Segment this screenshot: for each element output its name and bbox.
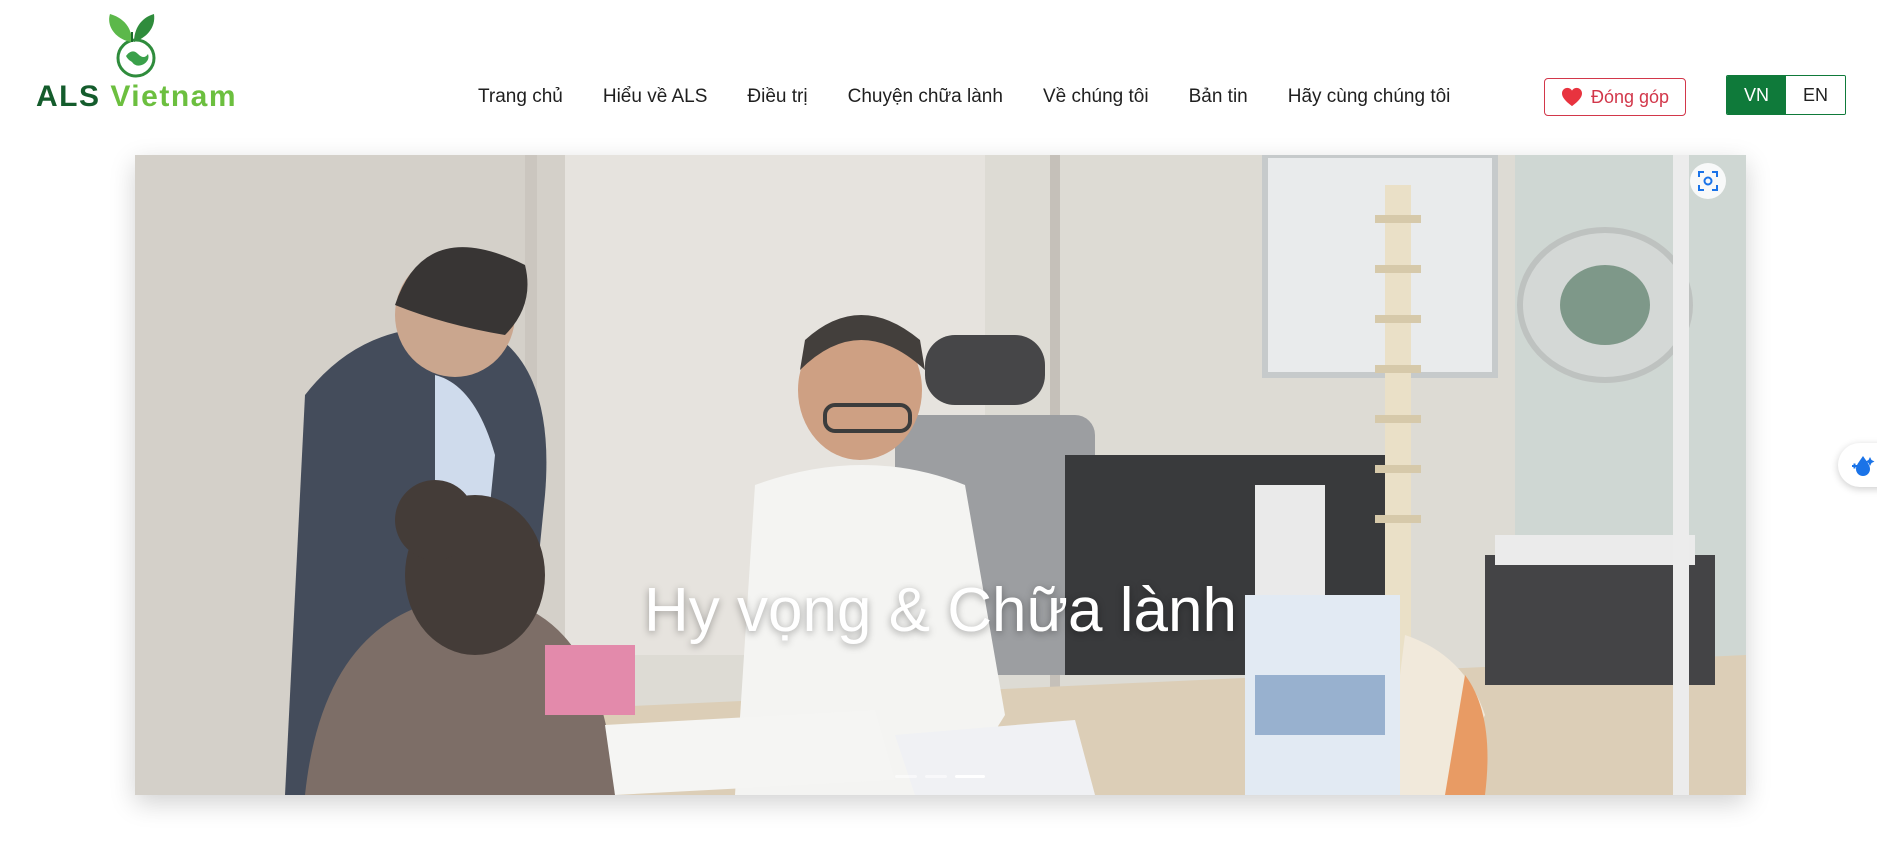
scan-icon [1698, 171, 1718, 191]
carousel-dot-3[interactable] [955, 775, 985, 778]
nav-item-news[interactable]: Bản tin [1189, 86, 1248, 108]
heart-icon [1561, 87, 1582, 107]
nav-item-healing-stories[interactable]: Chuyện chữa lành [848, 86, 1003, 108]
nav-item-join-us[interactable]: Hãy cùng chúng tôi [1288, 86, 1451, 108]
site-header: ALS Vietnam Trang chủ Hiểu về ALS Điều t… [0, 0, 1877, 150]
language-switcher: VN EN [1726, 75, 1846, 115]
main-nav: Trang chủ Hiểu về ALS Điều trị Chuyện ch… [478, 86, 1490, 108]
carousel-indicators [895, 775, 985, 778]
water-drop-icon [1852, 456, 1875, 476]
side-widget[interactable] [1838, 443, 1877, 487]
donate-label: Đóng góp [1590, 86, 1670, 107]
lang-vn-button[interactable]: VN [1727, 76, 1786, 114]
carousel-dot-1[interactable] [895, 775, 917, 778]
nav-item-home[interactable]: Trang chủ [478, 86, 563, 108]
nav-item-about-us[interactable]: Về chúng tôi [1043, 86, 1149, 108]
logo-text-vietnam: Vietnam [110, 80, 238, 113]
carousel-dot-2[interactable] [925, 775, 947, 778]
leaf-globe-icon [109, 14, 156, 78]
logo-text-als: ALS [36, 80, 101, 113]
logo[interactable]: ALS Vietnam [36, 12, 236, 122]
nav-item-treatment[interactable]: Điều trị [747, 86, 807, 108]
donate-button[interactable]: Đóng góp [1544, 78, 1686, 116]
hero-caption: Hy vọng & Chữa lành [644, 576, 1237, 645]
image-search-button[interactable] [1690, 163, 1726, 199]
hero-image [135, 155, 1746, 795]
logo-text: ALS Vietnam [36, 80, 237, 114]
nav-item-about-als[interactable]: Hiểu về ALS [603, 86, 708, 108]
hero-carousel[interactable]: Hy vọng & Chữa lành [135, 155, 1746, 795]
lang-en-button[interactable]: EN [1786, 76, 1845, 114]
